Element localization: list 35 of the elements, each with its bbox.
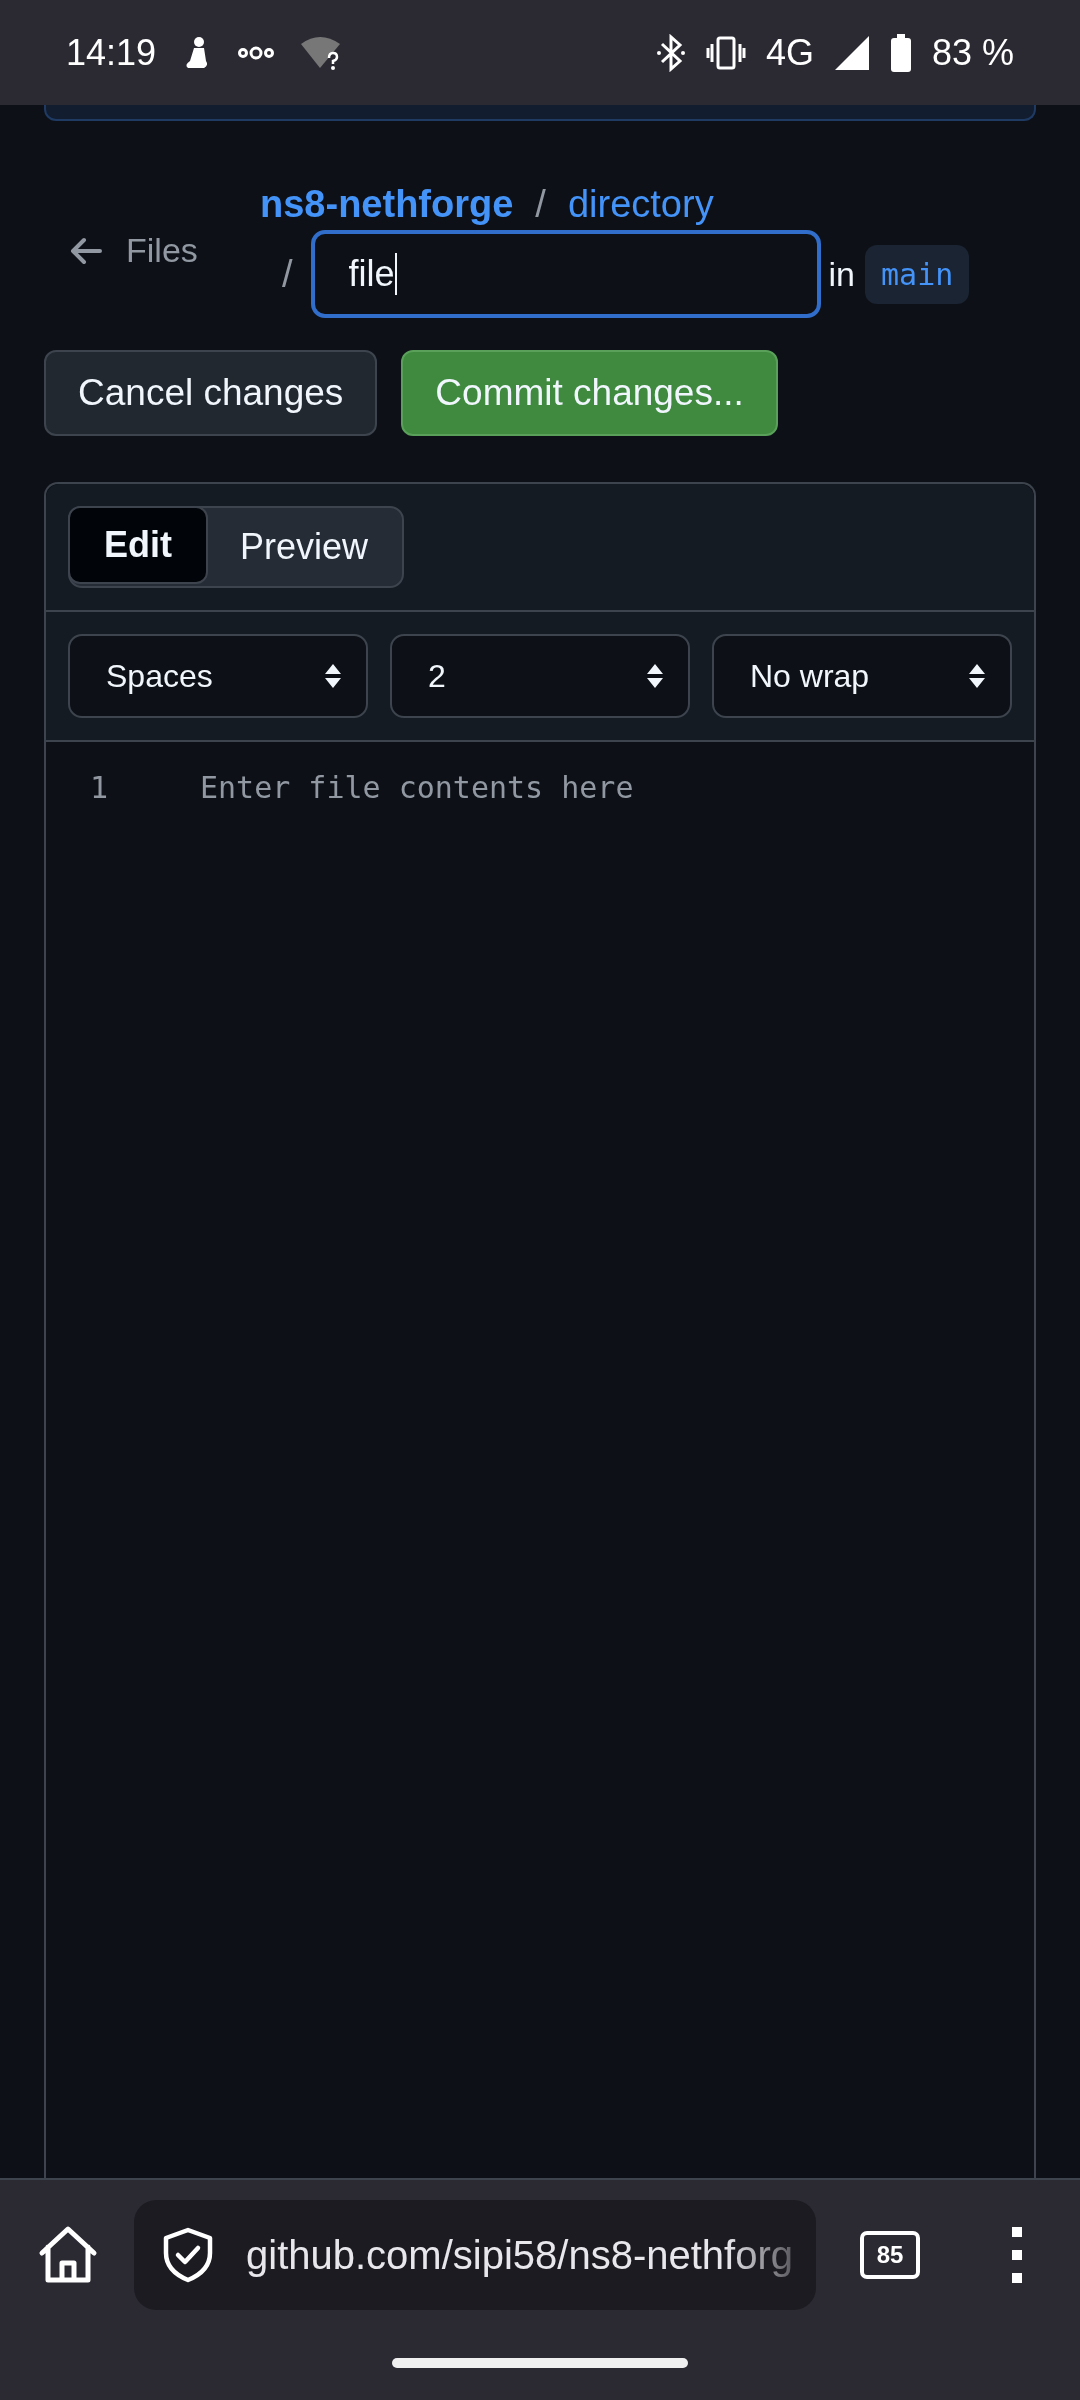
address-bar[interactable]: github.com/sipi58/ns8-nethforg [134,2200,816,2310]
battery-icon [889,33,912,72]
clock: 14:19 [66,31,157,74]
tab[interactable]: Edit [68,506,208,584]
up-down-caret-icon [324,663,342,689]
dropdown[interactable]: Spaces [68,634,368,718]
url-text: github.com/sipi58/ns8-nethforg [246,2232,793,2278]
tab-count-button[interactable]: 85 [860,2231,920,2279]
tab[interactable]: Preview [206,508,403,586]
network-type: 4G [765,31,814,74]
signal-icon [833,34,870,71]
up-down-caret-icon [646,663,664,689]
back-link[interactable]: Files [44,231,260,270]
commit-button[interactable]: Commit changes... [401,350,778,436]
path-separator: / [535,183,546,226]
dropdown[interactable]: No wrap [712,634,1012,718]
path-separator: / [282,252,293,296]
filename-field[interactable]: file [310,230,821,318]
line-number: 1 [89,770,110,805]
shield-check-icon [162,2227,214,2283]
text-cursor [394,253,397,295]
breadcrumb-link[interactable]: ns8-nethforge [260,183,514,226]
back-arrow-icon [70,236,102,265]
dropdown[interactable]: 2 [390,634,690,718]
branch-name[interactable]: main [865,244,970,304]
branch-label: in [828,254,856,294]
bluetooth-icon [655,33,686,72]
up-down-caret-icon [968,663,986,689]
battery-percentage: 83 % [931,31,1014,74]
cancel-button[interactable]: Cancel changes [44,350,378,436]
menu-button[interactable] [1010,2225,1024,2285]
code-editor-field[interactable]: 1 Enter file contents here [46,742,1034,2178]
vibrate-icon [705,35,746,70]
link-icon [238,44,275,61]
breadcrumb-link[interactable]: directory [567,183,714,226]
